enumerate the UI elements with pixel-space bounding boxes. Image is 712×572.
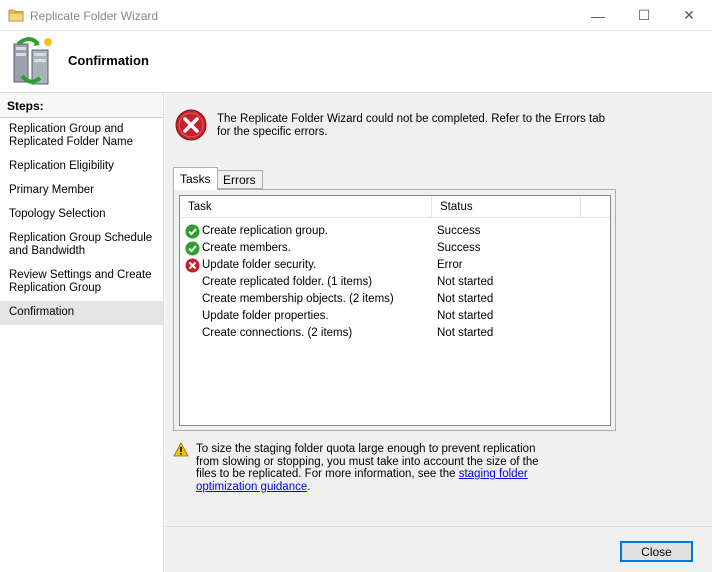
error-icon: [175, 109, 207, 141]
table-row[interactable]: Update folder properties. Not started: [180, 309, 610, 326]
task-status: Not started: [437, 293, 494, 305]
step-review-settings[interactable]: Review Settings and Create Replication G…: [0, 264, 163, 301]
close-button[interactable]: Close: [620, 541, 693, 562]
success-icon: [185, 241, 200, 256]
close-window-button[interactable]: ✕: [666, 0, 712, 31]
task-name: Create members.: [202, 242, 291, 254]
task-list[interactable]: Task Status Create replication group. Su…: [179, 195, 611, 426]
minimize-icon: —: [591, 7, 605, 24]
wizard-footer: Close: [165, 526, 712, 572]
task-status: Error: [437, 259, 463, 271]
replication-server-icon: [13, 37, 52, 85]
table-row[interactable]: Create replication group. Success: [180, 224, 610, 241]
step-confirmation[interactable]: Confirmation: [0, 301, 163, 325]
list-header: Task Status: [180, 196, 610, 218]
table-row[interactable]: Create connections. (2 items) Not starte…: [180, 326, 610, 343]
task-name: Create membership objects. (2 items): [202, 293, 394, 305]
tasks-panel: Task Status Create replication group. Su…: [173, 189, 616, 431]
task-status: Success: [437, 225, 481, 237]
warning-suffix: .: [307, 480, 311, 493]
step-schedule-bandwidth[interactable]: Replication Group Schedule and Bandwidth: [0, 227, 163, 264]
window-title: Replicate Folder Wizard: [30, 9, 159, 23]
table-row[interactable]: Update folder security. Error: [180, 258, 610, 275]
main-content: The Replicate Folder Wizard could not be…: [165, 94, 712, 526]
task-name: Update folder security.: [202, 259, 317, 271]
tab-errors[interactable]: Errors: [216, 170, 263, 189]
maximize-button[interactable]: ☐: [621, 0, 667, 31]
close-icon: ✕: [683, 7, 695, 23]
steps-header: Steps:: [0, 94, 163, 118]
success-icon: [185, 224, 200, 239]
task-status: Not started: [437, 276, 494, 288]
steps-sidebar: Steps: Replication Group and Replicated …: [0, 94, 164, 572]
wizard-header: Confirmation: [0, 31, 712, 93]
maximize-icon: ☐: [637, 7, 651, 23]
step-primary-member[interactable]: Primary Member: [0, 179, 163, 203]
warning-icon: [173, 442, 189, 457]
table-row[interactable]: Create members. Success: [180, 241, 610, 258]
error-message: The Replicate Folder Wizard could not be…: [217, 113, 605, 138]
task-status: Not started: [437, 327, 494, 339]
minimize-button[interactable]: —: [575, 0, 621, 31]
task-name: Create replicated folder. (1 items): [202, 276, 373, 288]
column-header-status[interactable]: Status: [432, 196, 581, 218]
warning-message: To size the staging folder quota large e…: [196, 443, 541, 493]
table-row[interactable]: Create replicated folder. (1 items) Not …: [180, 275, 610, 292]
task-rows: Create replication group. Success Create…: [180, 224, 610, 343]
title-bar: Replicate Folder Wizard — ☐ ✕: [0, 0, 712, 31]
step-replication-eligibility[interactable]: Replication Eligibility: [0, 155, 163, 179]
column-header-task[interactable]: Task: [180, 196, 432, 218]
table-row[interactable]: Create membership objects. (2 items) Not…: [180, 292, 610, 309]
folder-icon: [8, 9, 24, 22]
tab-tasks[interactable]: Tasks: [173, 167, 218, 190]
task-name: Create replication group.: [202, 225, 328, 237]
task-name: Create connections. (2 items): [202, 327, 353, 339]
task-status: Success: [437, 242, 481, 254]
error-icon: [185, 258, 200, 273]
task-status: Not started: [437, 310, 494, 322]
page-title: Confirmation: [68, 53, 149, 68]
step-topology-selection[interactable]: Topology Selection: [0, 203, 163, 227]
task-name: Update folder properties.: [202, 310, 329, 322]
step-replication-group-name[interactable]: Replication Group and Replicated Folder …: [0, 118, 163, 155]
